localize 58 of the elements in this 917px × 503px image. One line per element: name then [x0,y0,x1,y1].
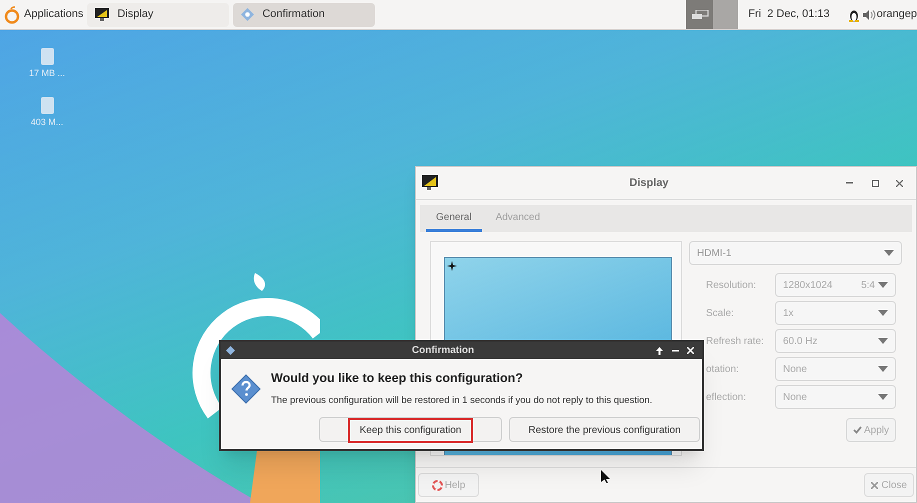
dropdown-caret-icon [878,282,888,288]
dropdown-caret-icon [884,250,894,256]
close-icon [871,482,878,488]
speaker-icon[interactable] [862,8,876,20]
apply-button[interactable]: Apply [846,418,896,442]
aspect-ratio-hint: 5:4 [861,278,875,292]
dropdown-caret-icon [878,338,888,344]
dropdown-caret-icon [878,310,888,316]
minimize-icon [846,182,852,184]
close-window-button[interactable]: Close [864,473,914,497]
help-button[interactable]: Help [418,473,479,497]
setting-dropdown[interactable]: 60.0 Hz [775,329,896,353]
tab[interactable]: General [426,205,482,232]
file-label[interactable]: 17 MB ... [28,67,65,80]
checkmark-icon [852,426,862,434]
dialog-button[interactable]: Keep this configuration [319,417,502,442]
monitor-icon [422,175,438,191]
dropdown-caret-icon [878,394,888,400]
taskbar-window-button[interactable]: Confirmation [233,2,376,26]
setting-dropdown[interactable]: None [775,357,896,381]
setting-label: Resolution: [705,278,758,292]
setting-dropdown[interactable]: 1280x1024 5:4 [775,273,896,297]
lifebuoy-icon [432,480,443,490]
applications-menu[interactable]: Applications [0,0,88,29]
crosshair-icon [447,261,457,271]
window-title: Display [628,176,670,191]
dialog-heading: Would you like to keep this configuration? [271,370,524,387]
up-arrow-icon [656,346,662,354]
dialog-message: The previous configuration will be restored in 1 seconds if you do not reply to this question. [271,394,652,408]
clock[interactable]: Fri 2 Dec, 01:13 [742,6,836,23]
diamond-icon [226,346,235,355]
mouse-pointer-icon [601,470,610,483]
monitor-icon [95,8,110,21]
display-indicator[interactable] [686,0,714,29]
setting-label: Scale: [705,306,735,320]
setting-label: otation: [705,362,740,376]
diamond-icon [241,8,254,21]
setting-dropdown[interactable]: 1x [775,301,896,325]
setting-label: Refresh rate: [705,334,765,348]
minimize-icon [672,350,678,352]
fruit-logo-icon [4,6,20,24]
dialog-button[interactable]: Restore the previous configuration [509,417,700,442]
tab[interactable]: Advanced [486,205,550,232]
screens-icon [690,10,709,20]
question-icon [231,374,261,404]
file-label[interactable]: 403 M... [30,116,64,130]
user-name[interactable]: orangep [876,6,917,23]
setting-label: eflection: [705,390,748,404]
close-icon [896,180,902,186]
setting-dropdown[interactable]: None [775,385,896,409]
output-dropdown[interactable]: HDMI-1 [689,241,902,265]
dropdown-caret-icon [878,366,888,372]
dialog-title: Confirmation [410,344,476,358]
maximize-icon [872,180,878,186]
taskbar-window-button[interactable]: Display [87,2,230,26]
penguin-icon[interactable] [848,8,860,22]
panel-slot [713,0,738,29]
close-icon [686,347,694,354]
